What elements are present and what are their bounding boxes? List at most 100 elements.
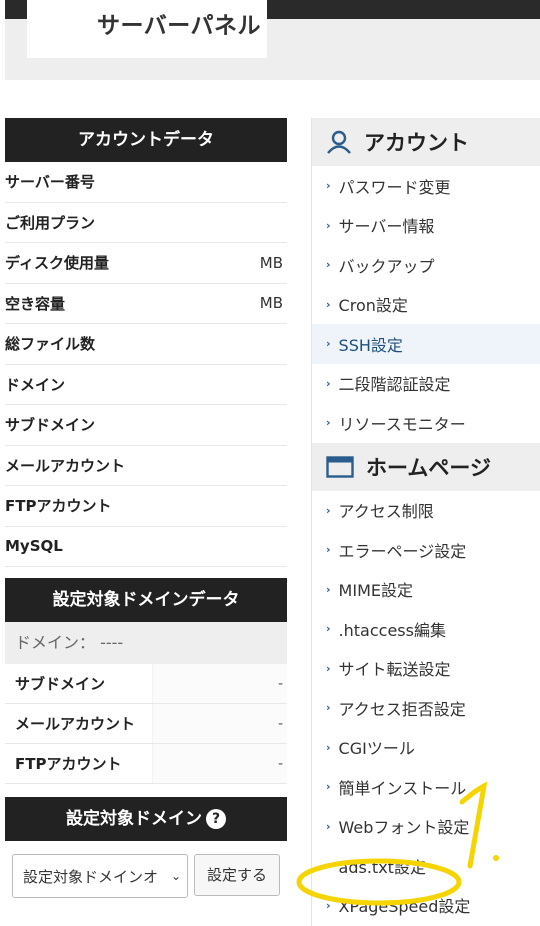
menu-item-account[interactable]: › バックアップ: [312, 245, 540, 285]
menu-category-account: アカウント: [312, 118, 540, 166]
chevron-right-icon: ›: [326, 218, 331, 232]
chevron-right-icon: ›: [326, 376, 331, 390]
chevron-right-icon: ›: [326, 780, 331, 794]
account-data-panel: アカウントデータ サーバー番号 ご利用プラン ディスク使用量 MB 空き容量 MB 総ファイ…: [5, 118, 287, 567]
menu-item-homepage[interactable]: › .htaccess編集: [312, 609, 540, 649]
user-icon: [326, 129, 352, 155]
menu-item-account[interactable]: › リソースモニター: [312, 403, 540, 443]
menu-item-label: アクセス拒否設定: [338, 699, 466, 719]
menu-item-homepage[interactable]: › アクセス制限: [312, 491, 540, 531]
chevron-right-icon: ›: [326, 740, 331, 754]
set-domain-button[interactable]: 設定する: [194, 854, 281, 896]
account-data-row: ご利用プラン: [5, 203, 287, 243]
account-data-label: サブドメイン: [5, 416, 96, 435]
menu-item-label: 簡単インストール: [338, 778, 467, 798]
app-title: サーバーパネル: [97, 13, 262, 39]
menu-item-label: パスワード変更: [338, 177, 451, 197]
menu-item-homepage[interactable]: › Webフォント設定: [312, 807, 540, 847]
menu-item-label: 二段階認証設定: [338, 375, 451, 395]
chevron-right-icon: ›: [326, 337, 331, 351]
chevron-right-icon: ›: [326, 622, 331, 636]
account-data-row: サーバー番号: [5, 162, 287, 203]
domain-data-row: サブドメイン -: [5, 664, 287, 704]
chevron-right-icon: ›: [326, 859, 331, 873]
account-data-value: MB: [259, 253, 283, 272]
menu-item-account[interactable]: › SSH設定: [312, 324, 540, 364]
menu-item-account[interactable]: › 二段階認証設定: [312, 364, 540, 404]
chevron-down-icon: ⌄: [170, 869, 181, 883]
domain-data-label: FTPアカウント: [5, 744, 153, 783]
domain-data-panel: 設定対象ドメインデータ ドメイン： ---- サブドメイン - メールアカウント - F…: [5, 578, 287, 784]
menu-item-label: ads.txt設定: [338, 857, 426, 877]
chevron-right-icon: ›: [326, 543, 331, 557]
menu-item-label: エラーページ設定: [338, 541, 467, 561]
target-domain-label: 設定対象ドメイン: [66, 809, 202, 829]
domain-data-value: -: [153, 744, 287, 783]
account-data-title: アカウントデータ: [5, 118, 287, 162]
domain-data-value: -: [153, 704, 287, 743]
domain-data-row: メールアカウント -: [5, 704, 287, 744]
select-value: 設定対象ドメインオ: [23, 867, 159, 886]
chevron-right-icon: ›: [326, 179, 331, 193]
chevron-right-icon: ›: [326, 503, 331, 517]
logo-box[interactable]: サーバーパネル: [27, 0, 267, 58]
account-data-label: MySQL: [5, 537, 63, 556]
target-domain-panel: 設定対象ドメイン?: [5, 797, 287, 841]
account-data-label: メールアカウント: [5, 456, 126, 475]
chevron-right-icon: ›: [326, 258, 331, 272]
menu-item-label: リソースモニター: [338, 414, 466, 434]
account-data-value: MB: [259, 294, 283, 313]
menu-category-homepage: ホームページ: [312, 442, 540, 491]
chevron-right-icon: ›: [326, 582, 331, 596]
menu-item-homepage[interactable]: › ads.txt設定: [312, 846, 540, 886]
domain-data-row: FTPアカウント -: [5, 744, 287, 784]
menu-item-account[interactable]: › Cron設定: [312, 285, 540, 325]
account-category-label: アカウント: [364, 131, 469, 155]
menu-item-account[interactable]: › サーバー情報: [312, 206, 540, 246]
menu-item-label: MIME設定: [338, 581, 413, 601]
menu-item-label: CGIツール: [338, 739, 415, 759]
menu-item-homepage[interactable]: › 簡単インストール: [312, 767, 540, 807]
account-data-row: 総ファイル数: [5, 324, 287, 365]
chevron-right-icon: ›: [326, 416, 331, 430]
target-domain-controls: 設定対象ドメインオ ⌄ 設定する: [12, 854, 281, 898]
menu-item-homepage[interactable]: › MIME設定: [312, 570, 540, 610]
domain-data-value: -: [153, 664, 287, 703]
menu-item-homepage[interactable]: › アクセス拒否設定: [312, 688, 540, 728]
menu-item-label: サーバー情報: [338, 217, 435, 237]
menu-item-label: .htaccess編集: [338, 620, 446, 640]
help-icon[interactable]: ?: [206, 809, 226, 829]
target-domain-title: 設定対象ドメイン?: [5, 797, 287, 841]
menu-item-label: XPageSpeed設定: [338, 897, 471, 917]
account-data-row: 空き容量 MB: [5, 284, 287, 324]
chevron-right-icon: ›: [326, 661, 331, 675]
account-data-label: ドメイン: [5, 375, 66, 394]
menu-item-label: サイト転送設定: [338, 660, 451, 680]
account-data-label: ご利用プラン: [5, 213, 96, 232]
homepage-category-label: ホームページ: [366, 455, 491, 480]
menu-item-homepage[interactable]: › エラーページ設定: [312, 530, 540, 570]
domain-data-label: サブドメイン: [5, 664, 153, 703]
domain-data-title: 設定対象ドメインデータ: [5, 578, 287, 622]
menu-item-account[interactable]: › パスワード変更: [312, 166, 540, 206]
menu-item-label: SSH設定: [338, 335, 403, 355]
menu-item-label: Cron設定: [338, 296, 408, 316]
account-data-row: ディスク使用量 MB: [5, 243, 287, 284]
account-data-row: FTPアカウント: [5, 486, 287, 527]
chevron-right-icon: ›: [326, 898, 331, 912]
account-data-label: 総ファイル数: [5, 335, 96, 354]
domain-line: ドメイン： ----: [5, 622, 287, 664]
menu-item-label: アクセス制限: [338, 502, 434, 522]
menu-item-homepage[interactable]: › CGIツール: [312, 728, 540, 768]
chevron-right-icon: ›: [326, 819, 331, 833]
domain-data-label: メールアカウント: [5, 704, 153, 743]
menu-item-homepage[interactable]: › XPageSpeed設定: [312, 886, 540, 926]
chevron-right-icon: ›: [326, 297, 331, 311]
side-menu: アカウント › パスワード変更 › サーバー情報 › バックアップ › Cron設定 › SSH設…: [311, 118, 540, 926]
target-domain-select[interactable]: 設定対象ドメインオ ⌄: [12, 854, 188, 898]
account-data-label: ディスク使用量: [5, 254, 109, 273]
account-data-label: FTPアカウント: [5, 497, 112, 516]
menu-item-homepage[interactable]: › サイト転送設定: [312, 649, 540, 689]
account-data-row: MySQL: [5, 527, 287, 567]
browser-window-icon: [326, 455, 354, 478]
